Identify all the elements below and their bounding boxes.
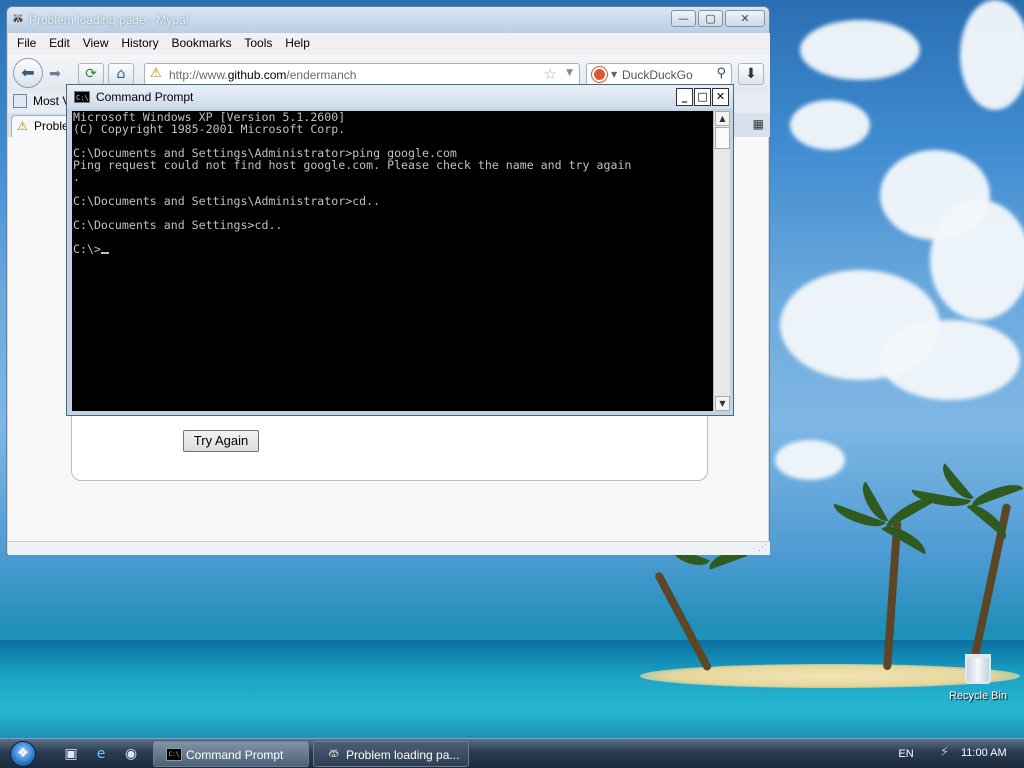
reload-icon: ⟳ <box>85 66 97 82</box>
try-again-button[interactable]: Try Again <box>183 430 259 452</box>
url-dropdown-icon[interactable]: ▼ <box>566 68 573 78</box>
bookmark-star-icon[interactable]: ☆ <box>544 65 557 83</box>
menu-view[interactable]: View <box>83 36 109 50</box>
home-button[interactable]: ⌂ <box>108 63 134 85</box>
mypal-icon: 🦝 <box>328 748 340 758</box>
menu-bookmarks[interactable]: Bookmarks <box>171 36 231 50</box>
search-icon[interactable]: ⚲ <box>716 66 726 81</box>
resize-grip-icon[interactable]: ⋰ <box>758 543 767 553</box>
console-cursor <box>100 252 109 254</box>
url-bar[interactable]: ⚠ http://www.github.com/endermanch ☆ ▼ <box>144 63 580 86</box>
menu-help[interactable]: Help <box>285 36 310 50</box>
bookmark-most-visited[interactable]: Most V <box>13 94 70 108</box>
command-prompt-window[interactable]: C:\ Command Prompt _ □ ✕ Microsoft Windo… <box>66 84 734 416</box>
console-output[interactable]: Microsoft Windows XP [Version 5.1.2600] … <box>72 111 713 411</box>
cmd-maximize-button[interactable]: □ <box>694 88 711 106</box>
palm-frond <box>881 520 930 555</box>
duckduckgo-icon <box>592 67 607 82</box>
cloud <box>790 100 870 150</box>
clock[interactable]: 11:00 AM <box>961 747 1007 759</box>
cloud <box>800 20 920 80</box>
show-desktop-icon[interactable]: ▣ <box>62 745 80 763</box>
cloud <box>775 440 845 480</box>
menu-tools[interactable]: Tools <box>244 36 272 50</box>
taskbar: ❖ ▣ e ◉ C:\ Command Prompt 🦝 Problem loa… <box>0 738 1024 768</box>
cloud <box>880 320 1020 400</box>
cmd-close-button[interactable]: ✕ <box>712 88 729 106</box>
browser-window-title: Problem loading page - Mypal <box>29 13 189 27</box>
warning-icon: ⚠ <box>150 66 162 81</box>
taskbar-button-command-prompt[interactable]: C:\ Command Prompt <box>153 741 309 767</box>
recycle-bin-label: Recycle Bin <box>948 690 1008 702</box>
forward-button[interactable]: ➡ <box>44 64 66 84</box>
cloud <box>930 200 1024 320</box>
palm-frond <box>968 479 1024 508</box>
url-text: http://www.github.com/endermanch <box>169 68 357 82</box>
search-bar[interactable]: ▼ DuckDuckGo ⚲ <box>586 63 732 86</box>
taskbar-button-browser[interactable]: 🦝 Problem loading pa... <box>313 741 469 767</box>
download-arrow-icon: ⬇ <box>745 66 757 82</box>
scroll-down-icon[interactable]: ▼ <box>715 396 730 411</box>
status-bar: ⋰ <box>8 541 770 555</box>
maximize-button[interactable]: ▢ <box>698 10 723 27</box>
cmd-scrollbar[interactable]: ▲ ▼ <box>713 111 730 411</box>
sea <box>0 640 1024 740</box>
cmd-window-title: Command Prompt <box>96 90 194 104</box>
back-arrow-icon: ⬅ <box>21 63 35 82</box>
cloud <box>960 0 1024 110</box>
home-icon: ⌂ <box>116 66 126 82</box>
network-icon[interactable]: ⚡ <box>940 745 949 760</box>
scroll-up-icon[interactable]: ▲ <box>715 111 730 126</box>
mypal-icon: 🦝 <box>11 12 25 25</box>
internet-explorer-icon[interactable]: e <box>92 745 110 763</box>
recycle-bin[interactable]: Recycle Bin <box>940 654 1016 702</box>
tab-list-icon[interactable]: ▦ <box>753 117 764 131</box>
forward-arrow-icon: ➡ <box>49 66 61 82</box>
taskbar-button-label: Problem loading pa... <box>346 748 460 762</box>
reload-button[interactable]: ⟳ <box>78 63 104 85</box>
browser-titlebar[interactable]: 🦝 Problem loading page - Mypal — ▢ ✕ <box>7 7 769 33</box>
menu-history[interactable]: History <box>121 36 158 50</box>
back-button[interactable]: ⬅ <box>13 58 43 88</box>
cmd-icon: C:\ <box>74 91 90 103</box>
warning-icon: ⚠ <box>17 119 28 133</box>
cmd-titlebar[interactable]: C:\ Command Prompt _ □ ✕ <box>67 85 733 109</box>
recycle-bin-icon <box>965 654 991 684</box>
menu-file[interactable]: File <box>17 36 36 50</box>
bookmark-folder-icon <box>13 94 27 108</box>
scroll-thumb[interactable] <box>715 127 730 149</box>
search-engine-dropdown-icon[interactable]: ▼ <box>611 70 617 79</box>
media-player-icon[interactable]: ◉ <box>122 745 140 763</box>
taskbar-button-label: Command Prompt <box>186 748 284 762</box>
start-button[interactable]: ❖ <box>10 741 36 767</box>
windows-logo-icon: ❖ <box>17 746 29 761</box>
language-indicator[interactable]: EN <box>895 746 917 762</box>
search-placeholder: DuckDuckGo <box>622 68 693 82</box>
menu-edit[interactable]: Edit <box>49 36 70 50</box>
close-button[interactable]: ✕ <box>725 10 765 27</box>
cmd-icon: C:\ <box>166 748 182 761</box>
cmd-minimize-button[interactable]: _ <box>676 88 693 106</box>
console-text: Microsoft Windows XP [Version 5.1.2600] … <box>73 111 632 256</box>
minimize-button[interactable]: — <box>671 10 696 27</box>
menu-bar: File Edit View History Bookmarks Tools H… <box>8 33 770 55</box>
downloads-button[interactable]: ⬇ <box>738 63 764 85</box>
